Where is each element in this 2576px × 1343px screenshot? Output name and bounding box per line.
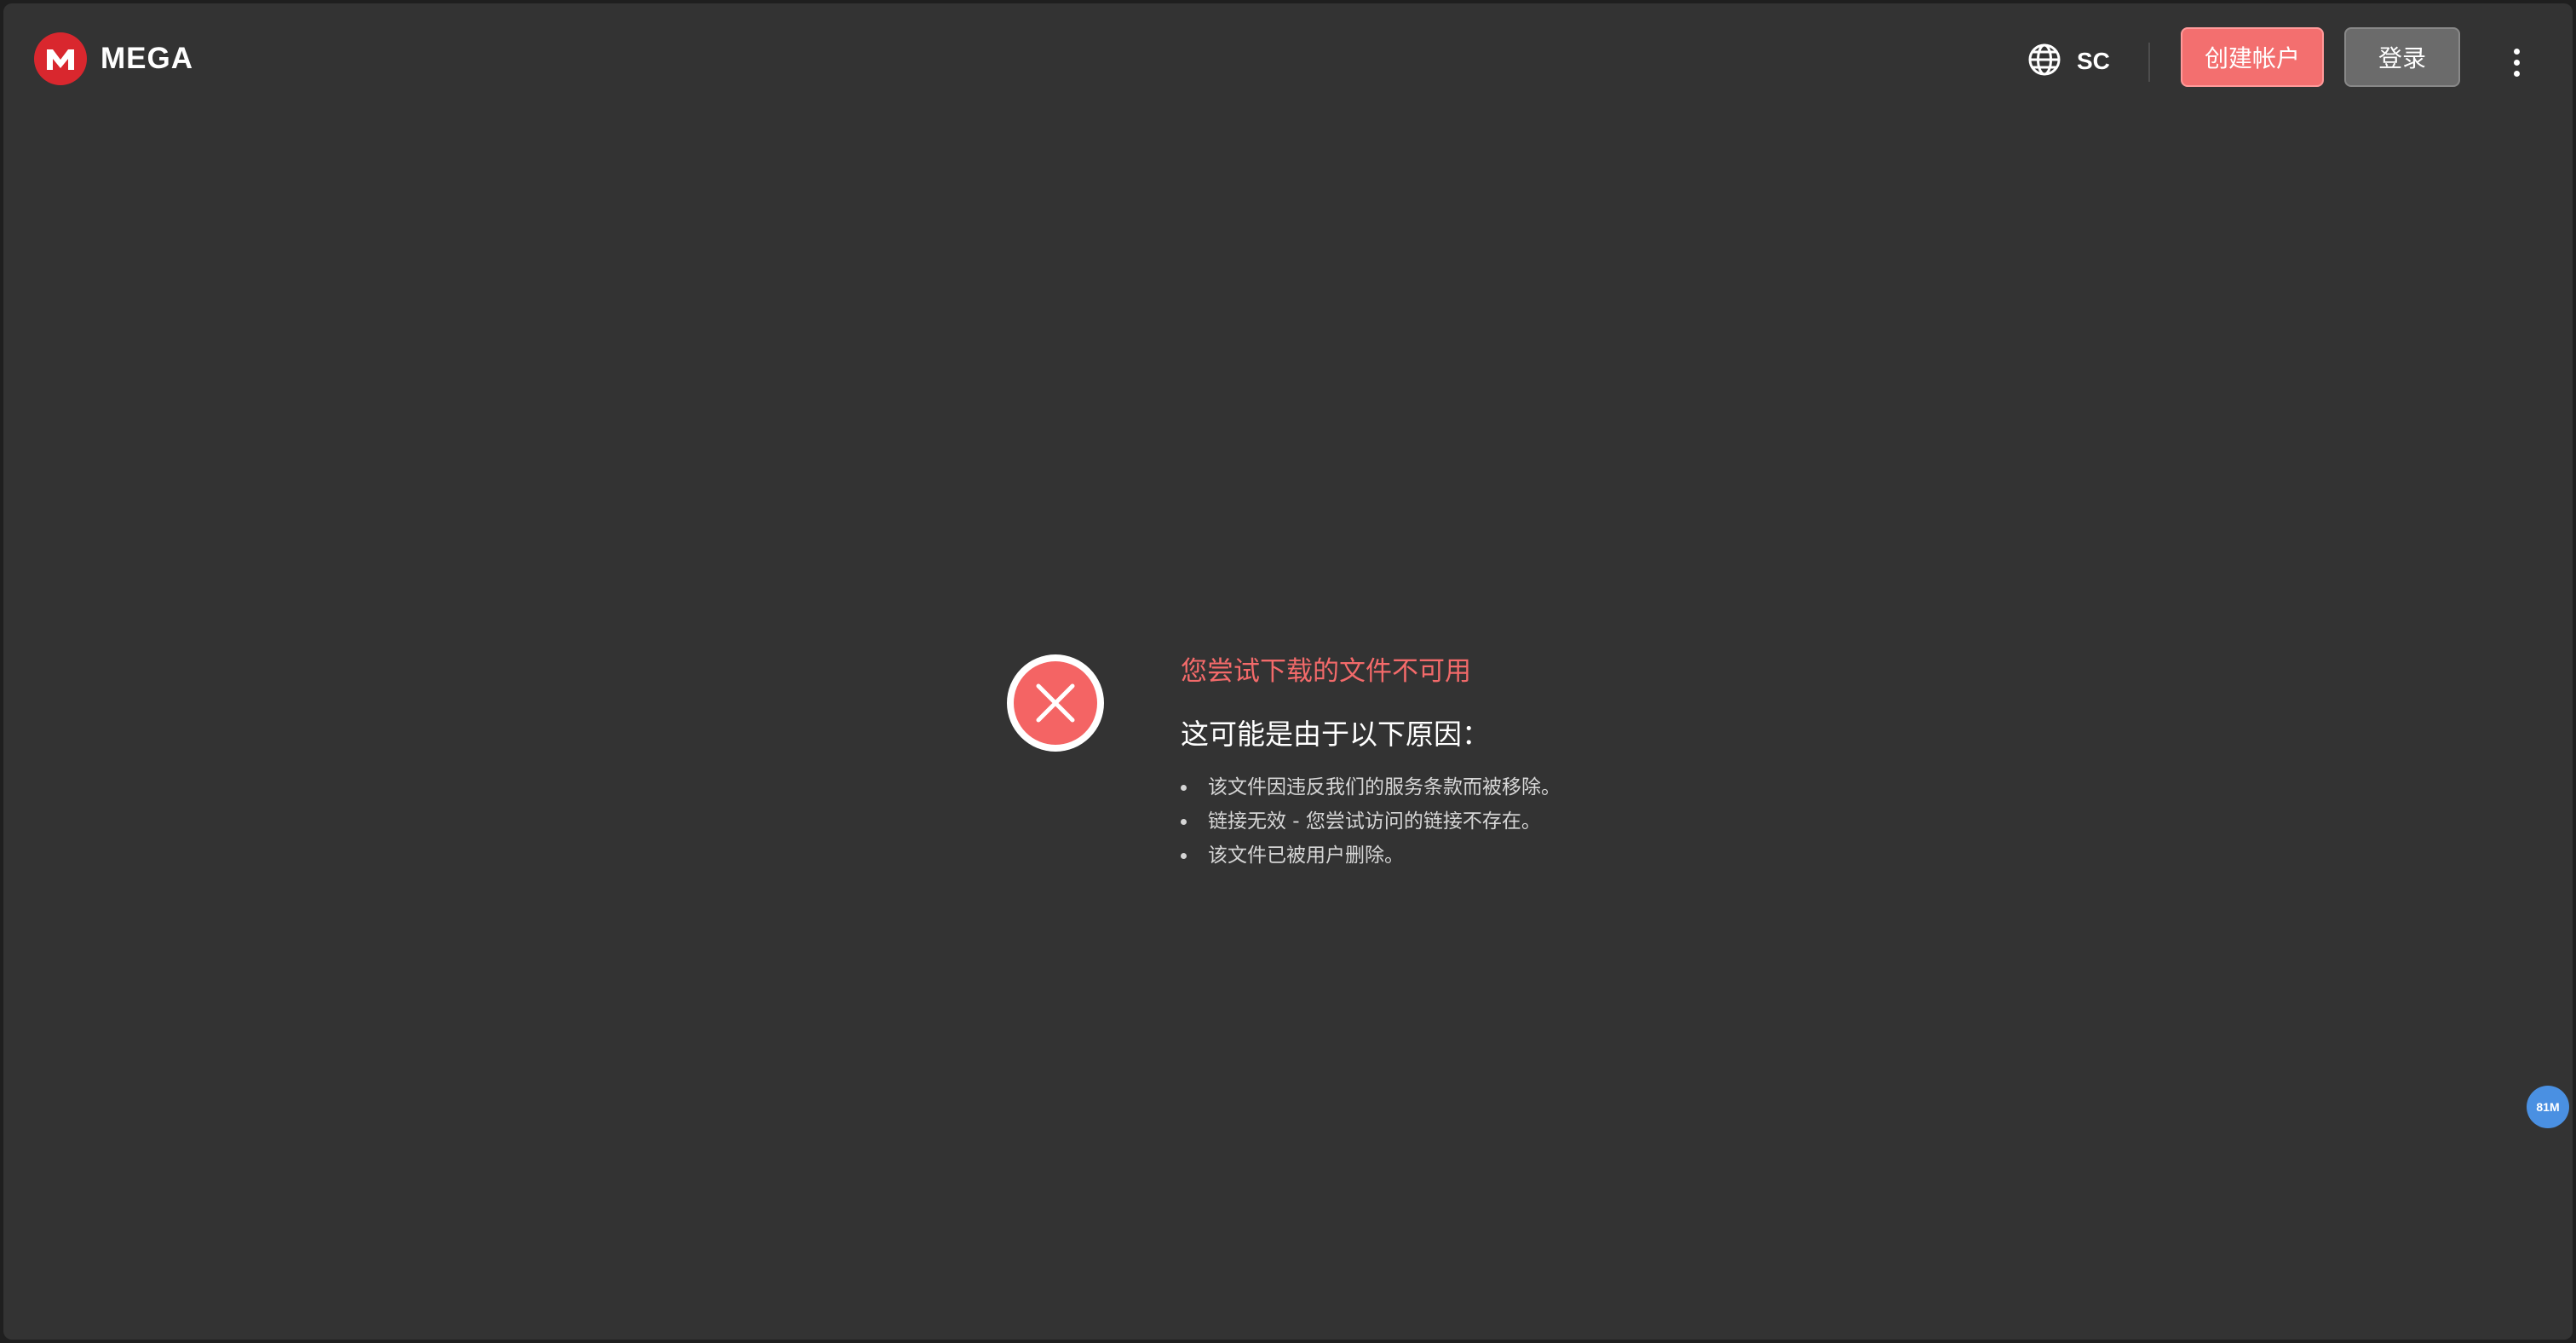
top-bar: MEGA SC 创建帐户 登录 (3, 3, 2573, 119)
mega-logo[interactable]: MEGA (34, 32, 193, 85)
login-button[interactable]: 登录 (2344, 27, 2460, 87)
reason-item: 该文件因违反我们的服务条款而被移除。 (1181, 770, 1777, 804)
brand-name: MEGA (101, 42, 193, 75)
more-vertical-icon[interactable] (2499, 41, 2533, 84)
reason-item: 链接无效 - 您尝试访问的链接不存在。 (1181, 804, 1777, 839)
reason-list: 该文件因违反我们的服务条款而被移除。 链接无效 - 您尝试访问的链接不存在。 该… (1181, 770, 1777, 873)
globe-icon (2027, 43, 2061, 80)
performance-badge[interactable]: 81M (2527, 1086, 2569, 1128)
page: MEGA SC 创建帐户 登录 您尝试下载的文件不可用 这可能是由于以下原因： … (3, 3, 2573, 1340)
language-selector[interactable]: SC (2027, 37, 2110, 85)
reason-item: 该文件已被用户删除。 (1181, 839, 1777, 873)
error-subtitle: 这可能是由于以下原因： (1181, 718, 1490, 751)
error-title: 您尝试下载的文件不可用 (1181, 656, 1471, 687)
mega-logo-icon (34, 32, 87, 85)
error-message: 您尝试下载的文件不可用 这可能是由于以下原因： 该文件因违反我们的服务条款而被移… (1181, 649, 1777, 873)
header-divider (2148, 43, 2150, 82)
create-account-button[interactable]: 创建帐户 (2181, 27, 2324, 87)
language-code: SC (2077, 48, 2110, 74)
error-x-icon (1007, 654, 1104, 752)
